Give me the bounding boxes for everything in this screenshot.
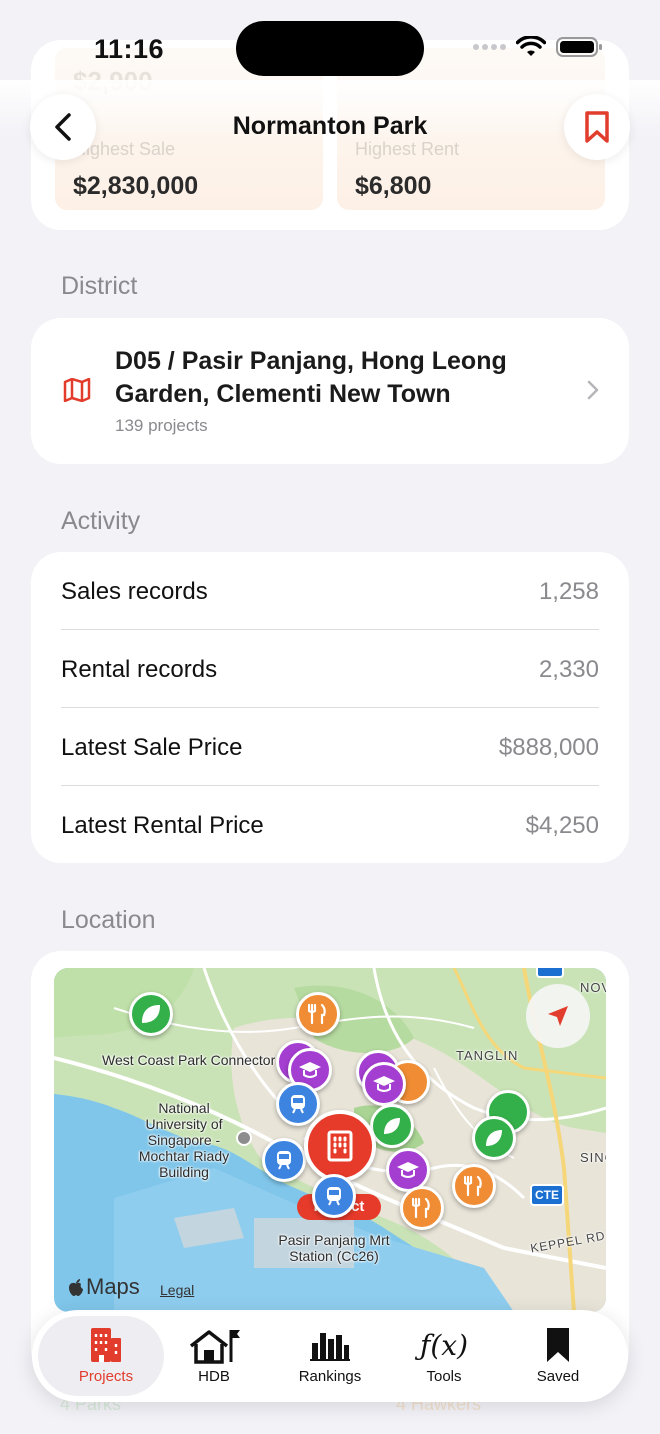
activity-row-label: Sales records: [61, 578, 208, 605]
graduation-cap-icon: [397, 1162, 419, 1178]
legal-link[interactable]: Legal: [160, 1282, 194, 1298]
bookmark-icon: [500, 1324, 616, 1366]
project-pin[interactable]: [304, 1110, 376, 1182]
leaf-icon: [384, 1118, 400, 1134]
map-label-nov: NOV: [580, 980, 606, 995]
graduation-cap-icon: [299, 1062, 321, 1078]
train-icon: [291, 1095, 305, 1114]
activity-card: Sales records 1,258 Rental records 2,330…: [31, 552, 629, 863]
activity-row-label: Latest Sale Price: [61, 734, 243, 761]
hawker-pin[interactable]: [400, 1186, 444, 1230]
activity-row-value: $888,000: [498, 734, 599, 761]
tab-rankings[interactable]: Rankings: [272, 1310, 388, 1402]
list-item: Sales records 1,258: [61, 552, 599, 630]
tab-saved[interactable]: Saved: [500, 1310, 616, 1402]
mrt-pin[interactable]: [262, 1138, 306, 1182]
map-label-tanglin: TANGLIN: [456, 1048, 519, 1063]
chevron-right-icon: [587, 380, 599, 400]
activity-row-value: 2,330: [538, 656, 599, 683]
district-card[interactable]: D05 / Pasir Panjang, Hong Leong Garden, …: [31, 318, 629, 464]
graduation-cap-icon: [373, 1076, 395, 1092]
location-arrow-icon: [548, 1006, 568, 1026]
school-pin[interactable]: [362, 1062, 406, 1106]
activity-row-label: Rental records: [61, 656, 218, 683]
fork-knife-icon: [464, 1175, 482, 1197]
cte-highway-shield: CTE: [530, 1184, 564, 1206]
tab-hdb[interactable]: HDB: [156, 1310, 272, 1402]
tab-label: Saved: [536, 1368, 580, 1385]
activity-section-title: Activity: [61, 507, 141, 535]
building-icon: [327, 1130, 353, 1162]
activity-row-value: 1,258: [538, 578, 599, 605]
highest-sale-value: $2,830,000: [73, 172, 199, 200]
status-icons: [472, 36, 602, 58]
map-label-station: Pasir Panjang Mrt Station (Cc26): [278, 1232, 390, 1264]
tab-label: Rankings: [298, 1368, 362, 1385]
hawker-pin[interactable]: [296, 992, 340, 1036]
activity-row-value: $4,250: [525, 812, 599, 839]
park-pin[interactable]: [129, 992, 173, 1036]
mrt-pin[interactable]: [276, 1082, 320, 1126]
map-label-nus: National University of Singapore - Mocht…: [138, 1100, 230, 1180]
bar-chart-icon: [272, 1324, 388, 1366]
park-pin[interactable]: [370, 1104, 414, 1148]
highest-rent-value: $6,800: [355, 172, 432, 200]
park-pin[interactable]: [472, 1116, 516, 1160]
bookmark-button[interactable]: [564, 94, 630, 160]
tab-bar: Projects HDB Rankings ƒ(x) Tools Saved: [32, 1310, 628, 1402]
map-label-sin: SING: [580, 1150, 606, 1165]
tab-projects[interactable]: Projects: [38, 1310, 164, 1402]
map-icon: [63, 378, 91, 402]
list-item: Latest Sale Price $888,000: [61, 708, 599, 786]
building-icon: [48, 1324, 164, 1366]
status-bar: 11:16: [0, 0, 660, 96]
tab-label: Tools: [426, 1368, 462, 1385]
location-section-title: Location: [61, 906, 156, 934]
leaf-icon: [486, 1130, 502, 1146]
district-name: D05 / Pasir Panjang, Hong Leong Garden, …: [115, 347, 507, 408]
fork-knife-icon: [412, 1197, 430, 1219]
fork-knife-icon: [308, 1003, 326, 1025]
train-icon: [277, 1151, 291, 1170]
map-label-west-coast: West Coast Park Connector: [102, 1052, 276, 1068]
location-map[interactable]: West Coast Park Connector National Unive…: [54, 968, 606, 1312]
battery-icon: [556, 37, 602, 57]
wifi-icon: [516, 36, 546, 56]
maps-brand-text: Maps: [86, 1274, 140, 1299]
district-project-count: 139 projects: [115, 416, 208, 435]
signal-icon: [473, 44, 506, 50]
bookmark-icon: [585, 111, 609, 143]
status-time: 11:16: [94, 34, 165, 64]
function-icon: ƒ(x): [419, 1328, 468, 1362]
highest-rent-label: Highest Rent: [355, 139, 460, 159]
dynamic-island: [236, 21, 424, 76]
apple-icon: [69, 1278, 83, 1296]
locate-button[interactable]: [526, 984, 590, 1048]
activity-row-label: Latest Rental Price: [61, 812, 264, 839]
list-item: Latest Rental Price $4,250: [61, 786, 599, 864]
house-flag-icon: [156, 1324, 272, 1366]
leaf-icon: [141, 1004, 161, 1024]
tab-label: Projects: [78, 1368, 134, 1385]
highway-shield: [536, 968, 564, 978]
apple-maps-logo: Maps: [68, 1274, 140, 1300]
tab-label: HDB: [198, 1368, 230, 1385]
tab-tools[interactable]: ƒ(x) Tools: [386, 1310, 502, 1402]
page-title: Normanton Park: [232, 112, 428, 140]
train-icon: [327, 1187, 341, 1206]
mrt-pin[interactable]: [312, 1174, 356, 1218]
hawker-pin[interactable]: [452, 1164, 496, 1208]
district-section-title: District: [61, 272, 138, 300]
list-item: Rental records 2,330: [61, 630, 599, 708]
